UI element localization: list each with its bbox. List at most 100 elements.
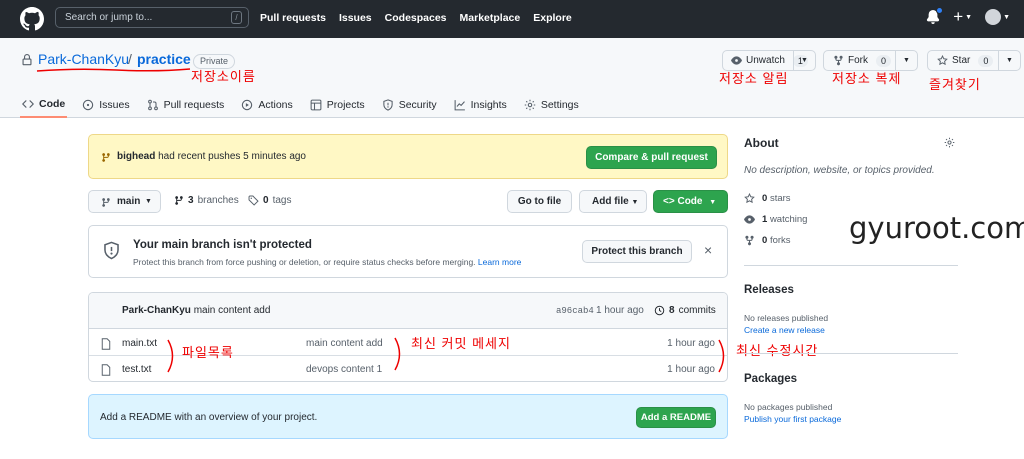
- star-button[interactable]: Star 0 ▼: [927, 50, 1021, 71]
- forks-count: 0: [762, 235, 768, 246]
- tab-label: Settings: [540, 99, 579, 111]
- plus-icon: +: [953, 7, 964, 26]
- tab-insights[interactable]: Insights: [452, 92, 509, 118]
- gear-icon: [524, 99, 536, 111]
- tags-link[interactable]: 0 tags: [248, 195, 291, 206]
- branch-select[interactable]: main ▼: [88, 190, 161, 213]
- commit-message[interactable]: main content add: [194, 305, 271, 316]
- commits-link[interactable]: 8 commits: [654, 305, 716, 316]
- notifications-button[interactable]: [926, 7, 944, 25]
- tab-actions[interactable]: Actions: [239, 92, 294, 118]
- tab-label: Issues: [99, 99, 130, 111]
- code-button[interactable]: <> Code ▼: [653, 190, 728, 213]
- releases-title[interactable]: Releases: [744, 284, 794, 296]
- commit-author[interactable]: Park-ChanKyu: [122, 305, 191, 316]
- header-actions: + ▼ ▼: [926, 7, 1010, 26]
- compare-pull-request-button[interactable]: Compare & pull request: [586, 146, 717, 169]
- search-input[interactable]: Search or jump to... /: [55, 7, 249, 28]
- tab-label: Insights: [470, 99, 507, 111]
- file-commit-message[interactable]: devops content 1: [306, 364, 382, 375]
- code-icon: [22, 100, 34, 108]
- tab-pull-requests[interactable]: Pull requests: [145, 92, 227, 118]
- readme-prompt: Add a README with an overview of your pr…: [88, 394, 728, 439]
- commit-time: 1 hour ago: [596, 305, 644, 316]
- fork-count: 0: [876, 54, 892, 67]
- repo-owner-link[interactable]: Park-ChanKyu: [38, 51, 129, 67]
- nav-pull-requests[interactable]: Pull requests: [260, 12, 326, 24]
- shield-icon: [383, 99, 393, 111]
- tab-security[interactable]: Security: [380, 92, 439, 118]
- branch-toolbar: main ▼ 3 branches 0 tags Go to file Add fi…: [88, 190, 728, 214]
- annotation-bracket: [394, 337, 401, 371]
- shield-icon: [104, 241, 119, 260]
- annotation-fork: 저장소 복제: [832, 71, 902, 86]
- protect-branch-button[interactable]: Protect this branch: [582, 240, 692, 263]
- push-user[interactable]: bighead: [117, 151, 155, 162]
- chevron-down-icon: ▼: [709, 199, 717, 206]
- nav-explore[interactable]: Explore: [533, 12, 572, 24]
- learn-more-link[interactable]: Learn more: [478, 257, 521, 267]
- create-new-button[interactable]: + ▼: [953, 7, 973, 26]
- tab-code[interactable]: Code: [20, 92, 68, 118]
- annotation-modified-time: 최신 수정시간: [736, 343, 819, 358]
- chevron-down-icon[interactable]: ▼: [998, 51, 1020, 70]
- branch-name: main: [117, 196, 141, 207]
- tab-projects[interactable]: Projects: [308, 92, 367, 118]
- tab-settings[interactable]: Settings: [522, 92, 581, 118]
- go-to-file-button[interactable]: Go to file: [507, 190, 572, 213]
- issue-icon: [83, 99, 94, 111]
- file-list: Park-ChanKyu main content add a96cab4 1 …: [88, 292, 728, 382]
- branch-icon: [175, 196, 183, 205]
- add-file-label: Add file: [592, 196, 629, 207]
- fork-icon: [834, 55, 843, 66]
- watching-label: watching: [769, 214, 808, 225]
- publish-package-link[interactable]: Publish your first package: [744, 414, 841, 424]
- annotation-commit-message: 최신 커밋 메세지: [411, 336, 511, 351]
- chevron-down-icon[interactable]: ▼: [793, 51, 815, 70]
- commit-hash[interactable]: a96cab4: [556, 306, 594, 316]
- annotation-bracket: [718, 339, 725, 373]
- tab-issues[interactable]: Issues: [80, 92, 131, 118]
- history-icon: [654, 305, 665, 316]
- code-button-label: Code: [677, 196, 703, 207]
- branch-protection-notice: Your main branch isn't protected Protect…: [88, 225, 728, 278]
- search-placeholder: Search or jump to...: [65, 12, 153, 23]
- file-name[interactable]: main.txt: [122, 338, 157, 349]
- chevron-down-icon: ▼: [965, 13, 973, 21]
- nav-marketplace[interactable]: Marketplace: [460, 12, 521, 24]
- add-file-button[interactable]: Add file ▼: [579, 190, 647, 213]
- recent-push-banner: bighead had recent pushes 5 minutes ago …: [88, 134, 728, 179]
- close-icon[interactable]: ×: [704, 243, 712, 257]
- watchers-link[interactable]: 1 watching: [744, 214, 807, 225]
- create-release-link[interactable]: Create a new release: [744, 325, 825, 335]
- file-name[interactable]: test.txt: [122, 364, 151, 375]
- forks-link[interactable]: 0 forks: [744, 235, 791, 246]
- nav-codespaces[interactable]: Codespaces: [385, 12, 447, 24]
- protection-subtitle: Protect this branch from force pushing o…: [133, 257, 521, 267]
- branches-link[interactable]: 3 branches: [174, 195, 239, 206]
- user-menu-button[interactable]: ▼: [985, 9, 1010, 25]
- file-modified-time: 1 hour ago: [667, 364, 715, 375]
- stars-link[interactable]: 0 stars: [744, 193, 791, 204]
- watching-count: 1: [762, 214, 768, 225]
- packages-title[interactable]: Packages: [744, 373, 797, 385]
- global-header: Search or jump to... / Pull requests Iss…: [0, 0, 1024, 38]
- annotation-bracket: [167, 339, 174, 373]
- gear-icon[interactable]: [944, 137, 955, 148]
- repo-name-link[interactable]: practice: [137, 51, 191, 67]
- file-commit-message[interactable]: main content add: [306, 338, 383, 349]
- packages-text: No packages published: [744, 402, 833, 412]
- protection-text: Protect this branch from force pushing o…: [133, 257, 476, 267]
- star-label: Star: [952, 55, 971, 66]
- latest-commit-row: Park-ChanKyu main content add a96cab4 1 …: [89, 293, 727, 329]
- github-logo-icon[interactable]: [20, 7, 44, 31]
- add-readme-button[interactable]: Add a README: [636, 407, 716, 428]
- slash-shortcut-hint: /: [231, 11, 242, 24]
- push-message: bighead had recent pushes 5 minutes ago: [117, 151, 306, 162]
- file-modified-time: 1 hour ago: [667, 338, 715, 349]
- annotation-star: 즐겨찾기: [929, 77, 981, 92]
- commits-label: commits: [678, 305, 716, 316]
- commit-summary: Park-ChanKyu main content add: [122, 305, 270, 316]
- avatar: [985, 9, 1002, 25]
- nav-issues[interactable]: Issues: [339, 12, 372, 24]
